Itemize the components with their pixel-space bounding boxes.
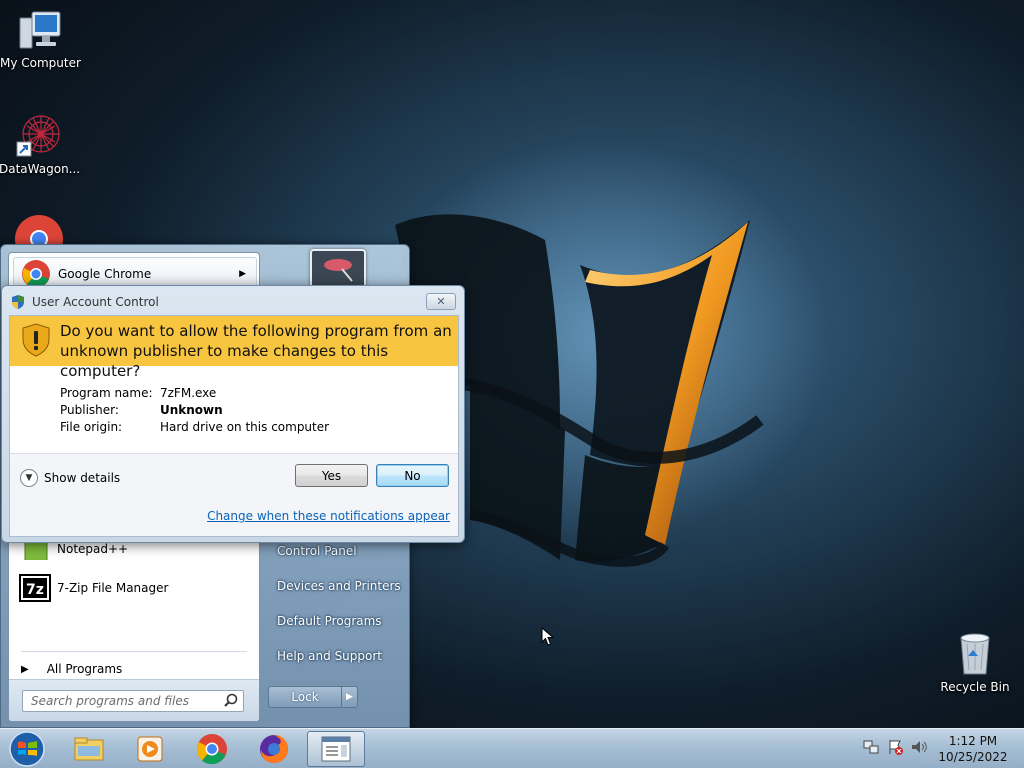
start-menu-item-7zip[interactable]: 7z 7-Zip File Manager — [13, 571, 257, 605]
change-notifications-link[interactable]: Change when these notifications appear — [207, 509, 450, 523]
show-details-label: Show details — [44, 471, 121, 485]
search-placeholder: Search programs and files — [31, 694, 189, 708]
clock-date: 10/25/2022 — [938, 750, 1008, 764]
all-programs-label: All Programs — [46, 662, 123, 676]
uac-shield-icon — [12, 295, 24, 309]
file-explorer-icon — [74, 737, 104, 761]
separator — [21, 651, 247, 652]
field-label: File origin: — [60, 420, 123, 434]
uac-warning-banner: Do you want to allow the following progr… — [10, 316, 458, 380]
media-player-icon — [137, 736, 163, 762]
uac-action-area: ▼ Show details Yes No Change when these … — [10, 454, 458, 536]
desktop-icon-my-computer[interactable]: My Computer — [0, 8, 81, 70]
close-button[interactable]: ✕ — [426, 293, 456, 310]
start-button[interactable] — [4, 729, 50, 768]
windows-start-orb-icon — [9, 731, 45, 767]
field-label: Program name: — [60, 386, 153, 400]
field-value: 7zFM.exe — [160, 386, 217, 400]
uac-question: Do you want to allow the following progr… — [60, 322, 452, 380]
uac-title-bar: User Account Control — [10, 294, 159, 310]
right-item-label: Default Programs — [277, 614, 382, 628]
start-menu-item-label: Google Chrome — [58, 267, 152, 281]
7zip-icon: 7z — [19, 572, 51, 604]
taskbar: 1:12 PM 10/25/2022 — [0, 728, 1024, 768]
system-tray — [862, 737, 928, 757]
all-programs-button[interactable]: ▶ All Programs — [19, 657, 255, 681]
clock-time: 1:12 PM — [948, 734, 998, 748]
chrome-icon[interactable] — [14, 214, 64, 263]
dialog-title: User Account Control — [32, 295, 159, 309]
recycle-bin-icon — [960, 633, 990, 675]
triangle-right-icon: ▶ — [21, 663, 29, 675]
firefox-icon — [260, 735, 288, 763]
search-input[interactable]: Search programs and files — [22, 690, 244, 712]
chevron-down-icon: ▼ — [20, 469, 38, 487]
desktop-icon-recycle-bin[interactable]: Recycle Bin — [935, 630, 1015, 694]
svg-text:7z: 7z — [26, 582, 44, 598]
uac-content: Do you want to allow the following progr… — [9, 315, 459, 537]
taskbar-media-player[interactable] — [121, 731, 179, 767]
lock-button[interactable]: Lock — [268, 686, 342, 708]
lock-button-group: Lock ▶ — [268, 686, 358, 708]
right-item-label: Control Panel — [277, 544, 357, 558]
warning-shield-icon — [22, 323, 50, 357]
mouse-cursor-icon — [541, 627, 555, 646]
taskbar-file-explorer[interactable] — [60, 731, 118, 767]
start-menu-search-area: Search programs and files — [9, 679, 259, 721]
desktop-icon-label: Recycle Bin — [940, 680, 1010, 694]
field-value: Unknown — [160, 403, 223, 417]
right-item-label: Help and Support — [277, 649, 382, 663]
close-icon: ✕ — [436, 295, 446, 308]
user-picture[interactable] — [310, 249, 366, 289]
app-window-icon — [321, 736, 351, 762]
submenu-arrow-icon[interactable]: ▶ — [239, 269, 246, 279]
volume-icon[interactable] — [910, 737, 928, 757]
show-details-toggle[interactable]: ▼ Show details — [20, 469, 120, 487]
network-icon[interactable] — [862, 737, 880, 757]
right-item-label: Devices and Printers — [277, 579, 401, 593]
chrome-icon — [197, 734, 227, 765]
start-menu-item-label: 7-Zip File Manager — [57, 581, 169, 595]
taskbar-firefox[interactable] — [245, 731, 303, 767]
yes-button[interactable]: Yes — [295, 464, 368, 487]
uac-row-program-name: Program name: 7zFM.exe — [60, 386, 216, 403]
start-menu-devices-and-printers[interactable]: Devices and Printers — [269, 572, 405, 600]
desktop-icon-datawagon[interactable]: DataWagon... — [0, 112, 81, 176]
uac-dialog: User Account Control ✕ Do you want to al… — [1, 285, 465, 543]
desktop-icon-label: DataWagon... — [0, 162, 81, 176]
computer-icon — [19, 11, 61, 49]
uac-row-publisher: Publisher: Unknown — [60, 403, 223, 420]
shutdown-options-arrow-icon[interactable]: ▶ — [342, 686, 358, 708]
start-menu-default-programs[interactable]: Default Programs — [269, 607, 405, 635]
taskbar-active-window[interactable] — [307, 731, 365, 767]
start-menu-help-and-support[interactable]: Help and Support — [269, 642, 405, 670]
taskbar-chrome[interactable] — [183, 731, 241, 767]
field-value: Hard drive on this computer — [160, 420, 330, 434]
datawagon-icon — [16, 115, 60, 157]
no-button[interactable]: No — [376, 464, 449, 487]
clock[interactable]: 1:12 PM 10/25/2022 — [930, 733, 1016, 765]
start-menu-item-label: Notepad++ — [57, 542, 129, 556]
uac-row-file-origin: File origin: Hard drive on this computer — [60, 420, 329, 437]
action-center-icon[interactable] — [886, 737, 904, 757]
field-label: Publisher: — [60, 403, 119, 417]
desktop-icon-label: My Computer — [0, 56, 81, 70]
search-icon[interactable] — [223, 693, 239, 709]
